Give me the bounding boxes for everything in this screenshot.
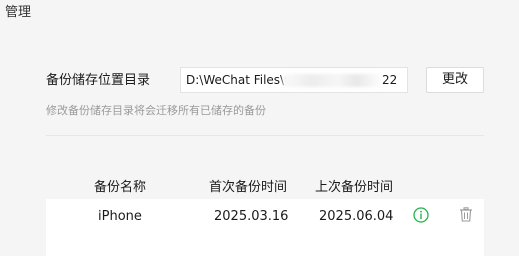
first-backup-time-cell: 2025.03.16 — [214, 209, 289, 224]
backup-location-label: 备份储存位置目录 — [46, 73, 151, 88]
backup-management-window: 管理 备份储存位置目录 D:\WeChat Files\w 22 更改 修改备份… — [0, 0, 519, 256]
column-header-first-backup-time: 首次备份时间 — [209, 180, 288, 195]
backup-path-field: D:\WeChat Files\w 22 — [180, 67, 408, 93]
column-header-last-backup-time: 上次备份时间 — [315, 180, 394, 195]
column-header-backup-name: 备份名称 — [94, 180, 147, 195]
last-backup-time-cell: 2025.06.04 — [319, 209, 394, 224]
backup-path-end: 22 — [382, 73, 398, 87]
backup-location-hint: 修改备份储存目录将会迁移所有已储存的备份 — [46, 104, 266, 117]
info-icon[interactable] — [413, 207, 429, 223]
backup-name-cell: iPhone — [98, 209, 142, 224]
backup-path-start: D:\WeChat Files\w — [186, 73, 294, 87]
section-divider — [46, 135, 484, 136]
change-location-button[interactable]: 更改 — [426, 67, 484, 93]
window-title: 管理 — [5, 5, 32, 20]
redacted-path-segment — [283, 74, 381, 87]
trash-icon[interactable] — [459, 207, 473, 222]
